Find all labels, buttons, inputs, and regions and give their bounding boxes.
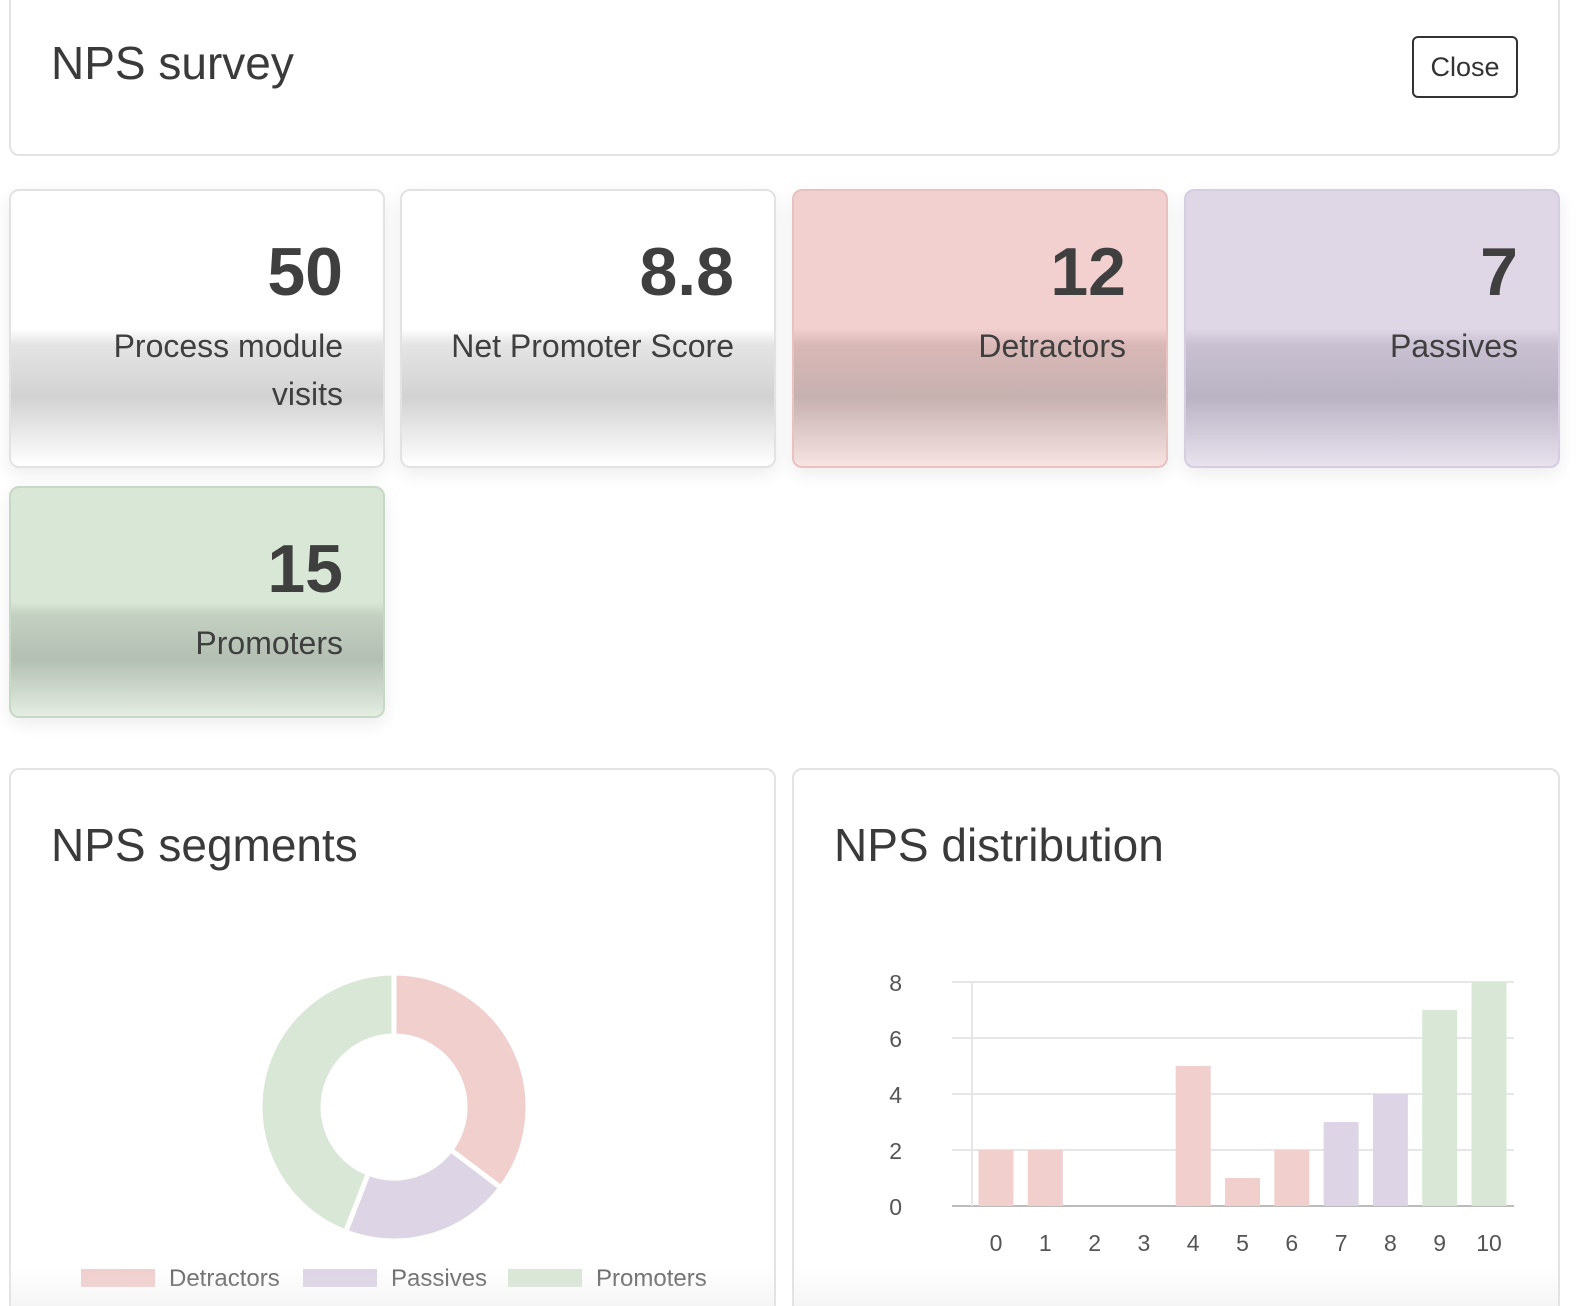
- stat-value: 7: [1480, 234, 1518, 310]
- nps-segments-panel: NPS segments DetractorsPassivesPromoters: [9, 768, 776, 1306]
- bar-0: [978, 1150, 1014, 1206]
- x-tick-label: 7: [1335, 1230, 1348, 1256]
- bar-8: [1372, 1094, 1408, 1206]
- y-tick-label: 6: [889, 1026, 902, 1052]
- header-card: NPS survey Close: [9, 0, 1560, 156]
- stat-value: 12: [1050, 234, 1126, 310]
- stat-card-promoters: 15 Promoters: [9, 486, 385, 718]
- stat-label: Passives: [1389, 327, 1518, 364]
- y-tick-label: 2: [889, 1138, 902, 1164]
- stat-card-nps: 8.8 Net Promoter Score: [400, 189, 776, 468]
- x-tick-label: 0: [990, 1230, 1003, 1256]
- nps-segments-donut-chart: DetractorsPassivesPromoters: [81, 970, 707, 1292]
- y-tick-label: 4: [889, 1082, 902, 1108]
- stat-value: 50: [267, 234, 343, 310]
- x-tick-label: 6: [1285, 1230, 1298, 1256]
- panel-fade: [11, 1266, 774, 1306]
- bar-10: [1471, 982, 1507, 1206]
- x-tick-label: 10: [1476, 1230, 1502, 1256]
- nps-distribution-bar-chart: 0 2 4 6 8 0 1 2 3 4 5 6 7 8 9 10: [889, 970, 1514, 1256]
- stat-card-visits: 50 Process module visits: [9, 189, 385, 468]
- x-tick-label: 8: [1384, 1230, 1397, 1256]
- page-title: NPS survey: [51, 37, 294, 89]
- stat-value: 8.8: [639, 234, 734, 310]
- bar-9: [1422, 1010, 1458, 1206]
- x-tick-label: 1: [1039, 1230, 1052, 1256]
- stat-label: Net Promoter Score: [451, 327, 734, 364]
- bar-5: [1225, 1178, 1260, 1206]
- bar-7: [1323, 1122, 1359, 1206]
- nps-distribution-panel: NPS distribution 0 2 4 6 8 0 1 2 3 4 5 6 7 8 9 10: [792, 768, 1560, 1306]
- bar-6: [1274, 1150, 1310, 1206]
- x-tick-label: 2: [1088, 1230, 1101, 1256]
- stat-value: 15: [267, 531, 343, 607]
- x-tick-label: 9: [1433, 1230, 1446, 1256]
- x-tick-label: 3: [1138, 1230, 1151, 1256]
- x-tick-label: 4: [1187, 1230, 1200, 1256]
- header-notch: [9, 32, 23, 88]
- stat-card-passives: 7 Passives: [1184, 189, 1560, 468]
- panel-fade: [794, 1266, 1558, 1306]
- x-tick-label: 5: [1236, 1230, 1249, 1256]
- y-tick-label: 0: [889, 1194, 902, 1220]
- stat-label: Promoters: [195, 624, 343, 661]
- bar-4: [1175, 1066, 1211, 1206]
- stat-label: Detractors: [978, 327, 1126, 364]
- stat-label: Process module visits: [113, 327, 343, 412]
- bar-1: [1027, 1150, 1063, 1206]
- close-button[interactable]: Close: [1412, 36, 1518, 98]
- stat-card-detractors: 12 Detractors: [792, 189, 1168, 468]
- y-tick-label: 8: [889, 970, 902, 996]
